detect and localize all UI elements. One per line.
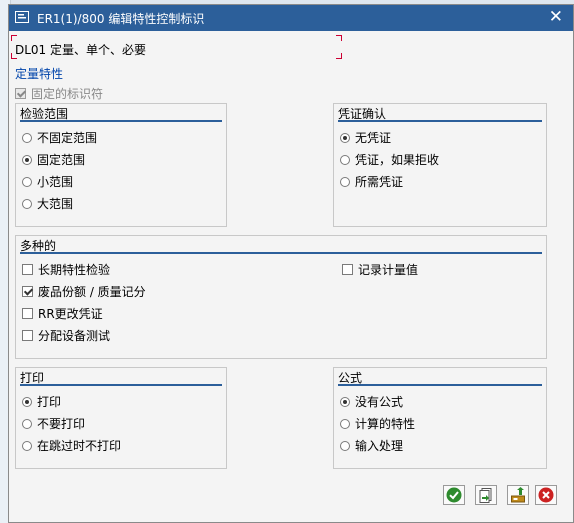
group-underline [338,384,542,386]
confirm-check-icon [446,487,462,503]
option-label: 小范围 [37,175,74,189]
option-label: 凭证，如果拒收 [355,153,440,167]
required-field-bracket [336,53,342,59]
fixed-indicator-checkbox: 固定的标识符 [15,85,103,102]
dialog-app-icon [15,11,29,23]
miscellaneous-group: 多种的 长期特性检验 废品份额 / 质量记分 RR更改凭证 分配设备测试 记录计… [15,235,547,359]
inspection-scope-group: 检验范围 不固定范围 固定范围 小范围 大范围 [15,103,227,227]
option-label: 在跳过时不打印 [37,439,122,453]
radio-option[interactable]: 不要打印 [22,415,85,432]
radio-option[interactable]: 无凭证 [340,129,391,146]
radio-button[interactable] [22,418,32,429]
transfer-button[interactable] [507,485,529,505]
fixed-indicator-check [15,88,26,99]
checkbox-option[interactable]: 分配设备测试 [22,327,110,344]
fixed-indicator-label: 固定的标识符 [31,87,104,101]
dialog-titlebar: ER1(1)/800 编辑特性控制标识 ✕ [9,5,573,31]
radio-button[interactable] [22,198,32,209]
edit-control-indicators-dialog: ER1(1)/800 编辑特性控制标识 ✕ DL01 定量、单个、必要 定量特性… [8,4,574,523]
option-label: 不固定范围 [37,131,98,145]
required-field-bracket [336,35,342,41]
option-label: 所需凭证 [355,175,404,189]
option-label: 无凭证 [355,131,392,145]
option-label: 废品份额 / 质量记分 [38,285,146,299]
group-underline [338,120,542,122]
confirm-button[interactable] [443,485,465,505]
group-underline [20,120,222,122]
radio-button[interactable] [340,440,350,451]
option-label: 计算的特性 [355,417,416,431]
checkbox[interactable] [22,308,33,319]
characteristic-header: DL01 定量、单个、必要 [15,43,147,57]
transfer-icon [511,487,525,503]
dialog-title: ER1(1)/800 编辑特性控制标识 [37,12,205,26]
group-underline [20,252,542,254]
radio-button[interactable] [340,132,350,143]
option-label: 输入处理 [355,439,404,453]
print-group: 打印 打印 不要打印 在跳过时不打印 [15,367,227,469]
radio-button[interactable] [340,154,350,165]
close-icon[interactable]: ✕ [549,7,563,27]
option-label: 大范围 [37,197,74,211]
checkbox[interactable] [342,264,353,275]
option-label: RR更改凭证 [38,307,103,321]
option-label: 打印 [37,395,62,409]
checkbox[interactable] [22,286,33,297]
option-label: 不要打印 [37,417,86,431]
radio-option[interactable]: 输入处理 [340,437,403,454]
radio-option[interactable]: 小范围 [22,173,73,190]
formula-group: 公式 没有公式 计算的特性 输入处理 [333,367,547,469]
option-label: 分配设备测试 [38,329,111,343]
radio-button[interactable] [340,396,350,407]
radio-button[interactable] [22,440,32,451]
radio-button[interactable] [340,418,350,429]
cancel-x-icon [538,487,554,503]
copy-icon [479,488,492,503]
checkbox-option[interactable]: 记录计量值 [342,261,418,278]
checkbox-option[interactable]: 废品份额 / 质量记分 [22,283,146,300]
radio-button[interactable] [22,154,32,165]
checkbox-option[interactable]: 长期特性检验 [22,261,110,278]
radio-option[interactable]: 固定范围 [22,151,85,168]
checkbox[interactable] [22,330,33,341]
copy-button[interactable] [475,485,497,505]
cancel-button[interactable] [535,485,557,505]
radio-option[interactable]: 打印 [22,393,61,410]
quantitative-characteristic-label: 定量特性 [15,67,64,81]
radio-option[interactable]: 不固定范围 [22,129,97,146]
checkbox-option[interactable]: RR更改凭证 [22,305,103,322]
group-underline [20,384,222,386]
radio-button[interactable] [340,176,350,187]
option-label: 没有公式 [355,395,404,409]
radio-button[interactable] [22,396,32,407]
checkbox[interactable] [22,264,33,275]
option-label: 长期特性检验 [38,263,111,277]
option-label: 记录计量值 [358,263,419,277]
radio-button[interactable] [22,132,32,143]
radio-option[interactable]: 大范围 [22,195,73,212]
radio-option[interactable]: 计算的特性 [340,415,415,432]
radio-option[interactable]: 没有公式 [340,393,403,410]
radio-button[interactable] [22,176,32,187]
option-label: 固定范围 [37,153,86,167]
radio-option[interactable]: 凭证，如果拒收 [340,151,439,168]
radio-option[interactable]: 在跳过时不打印 [22,437,121,454]
certificate-confirmation-group: 凭证确认 无凭证 凭证，如果拒收 所需凭证 [333,103,547,227]
radio-option[interactable]: 所需凭证 [340,173,403,190]
